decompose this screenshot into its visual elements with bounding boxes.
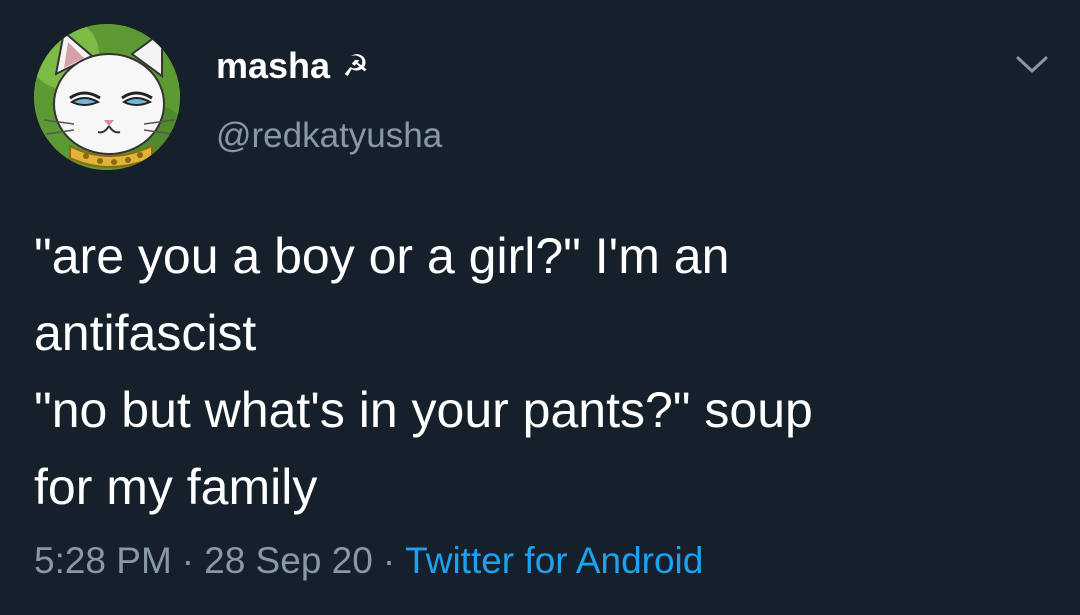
display-name-text: masha	[216, 45, 331, 86]
tweet-source-link[interactable]: Twitter for Android	[405, 540, 703, 581]
chevron-down-icon[interactable]	[1012, 50, 1052, 78]
tweet-time[interactable]: 5:28 PM	[34, 540, 172, 581]
cat-avatar-icon	[34, 24, 180, 170]
tweet-text-line: "are you a boy or a girl?" I'm an	[34, 228, 730, 284]
tweet-text: "are you a boy or a girl?" I'm an antifa…	[34, 218, 1024, 526]
tweet-text-line: "no but what's in your pants?" soup	[34, 382, 813, 438]
meta-separator: ·	[181, 540, 195, 581]
meta-separator: ·	[382, 540, 396, 581]
user-handle[interactable]: @redkatyusha	[216, 114, 442, 158]
hammer-sickle-icon: ☭	[342, 50, 369, 83]
tweet-text-line: for my family	[34, 459, 318, 515]
avatar[interactable]	[34, 24, 180, 170]
tweet-date[interactable]: 28 Sep 20	[204, 540, 373, 581]
tweet-metadata: 5:28 PM · 28 Sep 20 · Twitter for Android	[34, 536, 703, 586]
display-name[interactable]: masha ☭	[216, 44, 369, 89]
tweet-card: masha ☭ @redkatyusha "are you a boy or a …	[0, 0, 1080, 615]
tweet-text-line: antifascist	[34, 305, 257, 361]
